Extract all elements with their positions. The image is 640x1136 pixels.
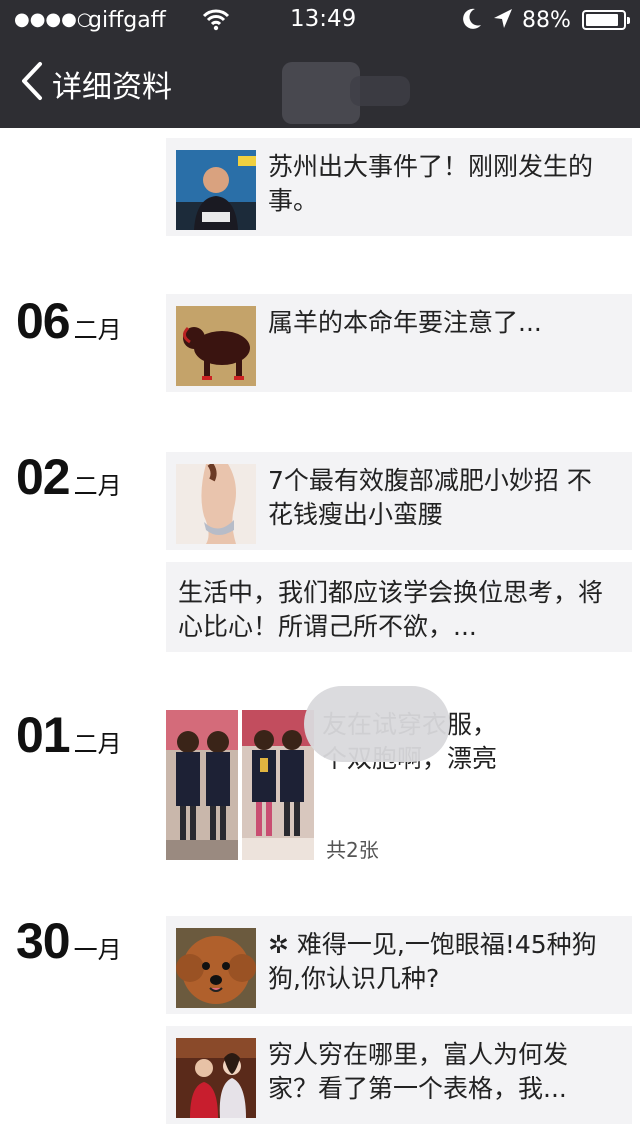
post-text: 生活中，我们都应该学会换位思考，将心比心！所谓己所不欲，... xyxy=(178,578,604,641)
date-month: 二月 xyxy=(73,316,122,344)
post-card[interactable]: 7个最有效腹部减肥小妙招 不花钱瘦出小蛮腰 xyxy=(166,452,632,550)
blurred-name-tail xyxy=(350,76,410,106)
navigation-bar: 详细资料 xyxy=(0,40,640,128)
post-text: 属羊的本命年要注意了... xyxy=(268,308,542,337)
date-month: 一月 xyxy=(73,936,122,964)
post-thumbnail xyxy=(176,928,256,1008)
battery-percent: 88% xyxy=(522,8,571,33)
post-date: 02 二月 xyxy=(16,448,122,506)
date-day: 06 xyxy=(16,293,71,349)
post-text: 穷人穷在哪里，富人为何发家？看了第一个表格，我... xyxy=(268,1040,569,1103)
post-thumbnail xyxy=(176,306,256,386)
blurred-caption xyxy=(304,686,450,762)
photo-1[interactable] xyxy=(166,710,238,860)
post-text: 7个最有效腹部减肥小妙招 不花钱瘦出小蛮腰 xyxy=(268,466,592,529)
album-timeline: 苏州出大事件了！刚刚发生的事。 06 二月 属羊的本命年要注意了... 02 二月 xyxy=(0,128,640,1136)
wifi-icon xyxy=(202,7,230,37)
post-thumbnail xyxy=(176,150,256,230)
page-title[interactable]: 详细资料 xyxy=(52,62,172,106)
signal-indicator: ●●●●○ xyxy=(14,9,93,30)
post-card[interactable]: ✲ 难得一见,一饱眼福!45种狗狗,你认识几种? xyxy=(166,916,632,1014)
date-month: 二月 xyxy=(73,472,122,500)
date-day: 01 xyxy=(16,707,71,763)
photo-count: 共2张 xyxy=(326,838,379,862)
post-date: 06 二月 xyxy=(16,292,122,350)
post-text: ✲ 难得一见,一饱眼福!45种狗狗,你认识几种? xyxy=(268,930,597,993)
moon-icon xyxy=(460,6,484,38)
photo-grid[interactable] xyxy=(166,710,316,860)
post-card[interactable]: 生活中，我们都应该学会换位思考，将心比心！所谓己所不欲，... xyxy=(166,562,632,652)
post-card[interactable]: 穷人穷在哪里，富人为何发家？看了第一个表格，我... xyxy=(166,1026,632,1124)
photo-2[interactable] xyxy=(242,710,314,860)
back-chevron-icon[interactable] xyxy=(16,58,56,104)
post-text: 苏州出大事件了！刚刚发生的事。 xyxy=(268,152,594,215)
top-bar: ●●●●○ giffgaff 13:49 88% 详细资料 xyxy=(0,0,640,128)
post-thumbnail xyxy=(176,464,256,544)
post-date: 30 一月 xyxy=(16,912,122,970)
location-arrow-icon xyxy=(492,6,514,38)
date-day: 30 xyxy=(16,913,71,969)
post-thumbnail xyxy=(176,1038,256,1118)
date-month: 二月 xyxy=(73,730,122,758)
clock: 13:49 xyxy=(290,6,357,32)
battery-icon xyxy=(582,10,630,30)
post-card[interactable]: 苏州出大事件了！刚刚发生的事。 xyxy=(166,138,632,236)
status-bar: ●●●●○ giffgaff 13:49 88% xyxy=(0,0,640,40)
blurred-name xyxy=(282,62,360,124)
carrier-name: giffgaff xyxy=(88,8,166,33)
date-day: 02 xyxy=(16,449,71,505)
post-card[interactable]: 属羊的本命年要注意了... xyxy=(166,294,632,392)
post-date: 01 二月 xyxy=(16,706,122,764)
